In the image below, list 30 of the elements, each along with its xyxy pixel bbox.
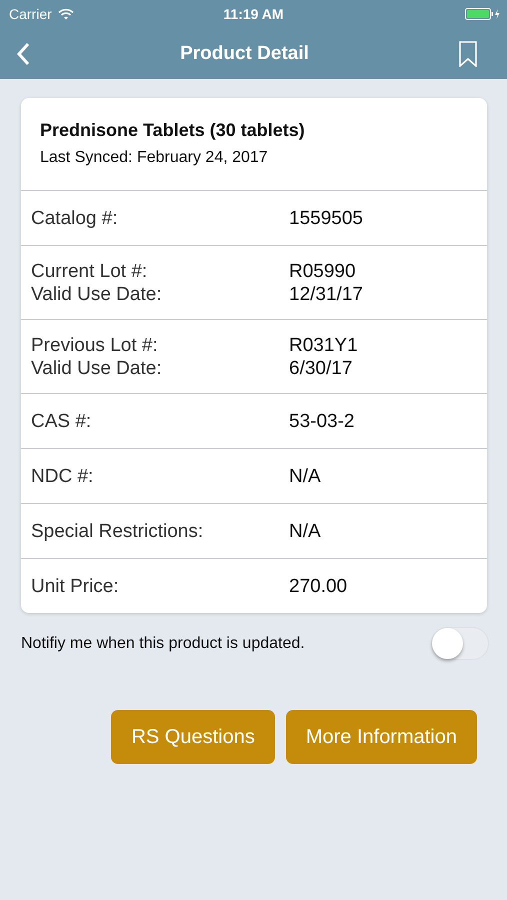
field-label: Catalog #: xyxy=(31,207,119,230)
field-label: Previous Lot #: xyxy=(31,334,159,357)
field-value: N/A xyxy=(289,465,321,488)
field-value: 12/31/17 xyxy=(289,283,363,306)
field-label: CAS #: xyxy=(31,410,92,433)
status-time: 11:19 AM xyxy=(223,6,284,22)
action-button[interactable]: More Information xyxy=(286,710,477,764)
product-name: Prednisone Tablets (30 tablets) xyxy=(40,120,306,141)
last-synced: Last Synced: February 24, 2017 xyxy=(40,149,269,167)
notify-toggle[interactable] xyxy=(431,627,489,660)
field-label: Current Lot #: xyxy=(31,260,148,283)
notify-label: Notifiy me when this product is updated. xyxy=(21,634,305,652)
field-value: 1559505 xyxy=(289,207,363,230)
field-value: 270.00 xyxy=(289,575,348,598)
bookmark-icon[interactable] xyxy=(459,40,477,66)
field-label: Valid Use Date: xyxy=(31,283,163,306)
field-value: R05990 xyxy=(289,260,357,283)
wifi-icon xyxy=(58,8,74,20)
screen-title: Product Detail xyxy=(180,42,309,64)
back-icon[interactable] xyxy=(16,42,30,66)
field-value: 53-03-2 xyxy=(289,410,354,433)
carrier-name: Carrier xyxy=(9,6,52,22)
field-value: R031Y1 xyxy=(289,334,358,357)
field-label: Unit Price: xyxy=(31,575,120,598)
field-label: Special Restrictions: xyxy=(31,520,204,543)
field-value: 6/30/17 xyxy=(289,357,354,380)
field-label: NDC #: xyxy=(31,465,94,488)
action-button[interactable]: RS Questions xyxy=(111,710,275,764)
field-value: N/A xyxy=(289,520,321,543)
field-label: Valid Use Date: xyxy=(31,357,163,380)
